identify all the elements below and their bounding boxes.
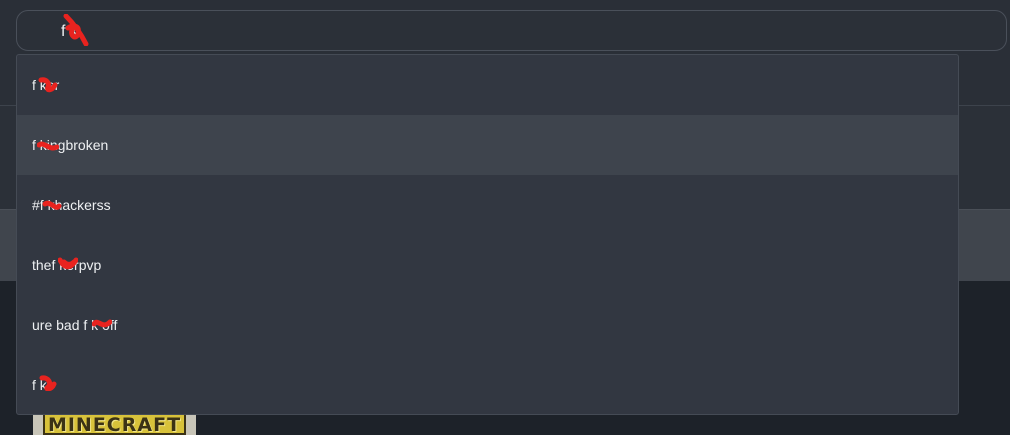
suggestion-item[interactable]: f kingbroken (17, 115, 958, 175)
search-input-value: f k (61, 23, 78, 40)
suggestion-label: thef kerpvp (32, 257, 102, 273)
suggestion-label: f k (32, 377, 47, 393)
suggestion-label: f kingbroken (32, 137, 109, 153)
suggestion-item[interactable]: f ker (17, 55, 958, 115)
suggestion-item[interactable]: thef kerpvp (17, 235, 958, 295)
suggestion-item[interactable]: ure bad f k off (17, 295, 958, 355)
suggestions-dropdown: f ker f kingbroken #f khackerss thef ker… (16, 54, 959, 415)
suggestion-item[interactable]: f k (17, 355, 958, 414)
suggestion-item[interactable]: #f khackerss (17, 175, 958, 235)
search-input[interactable]: f k (16, 10, 1007, 51)
suggestion-label: f ker (32, 77, 60, 93)
suggestion-label: ure bad f k off (32, 317, 118, 333)
suggestion-label: #f khackerss (32, 197, 111, 213)
